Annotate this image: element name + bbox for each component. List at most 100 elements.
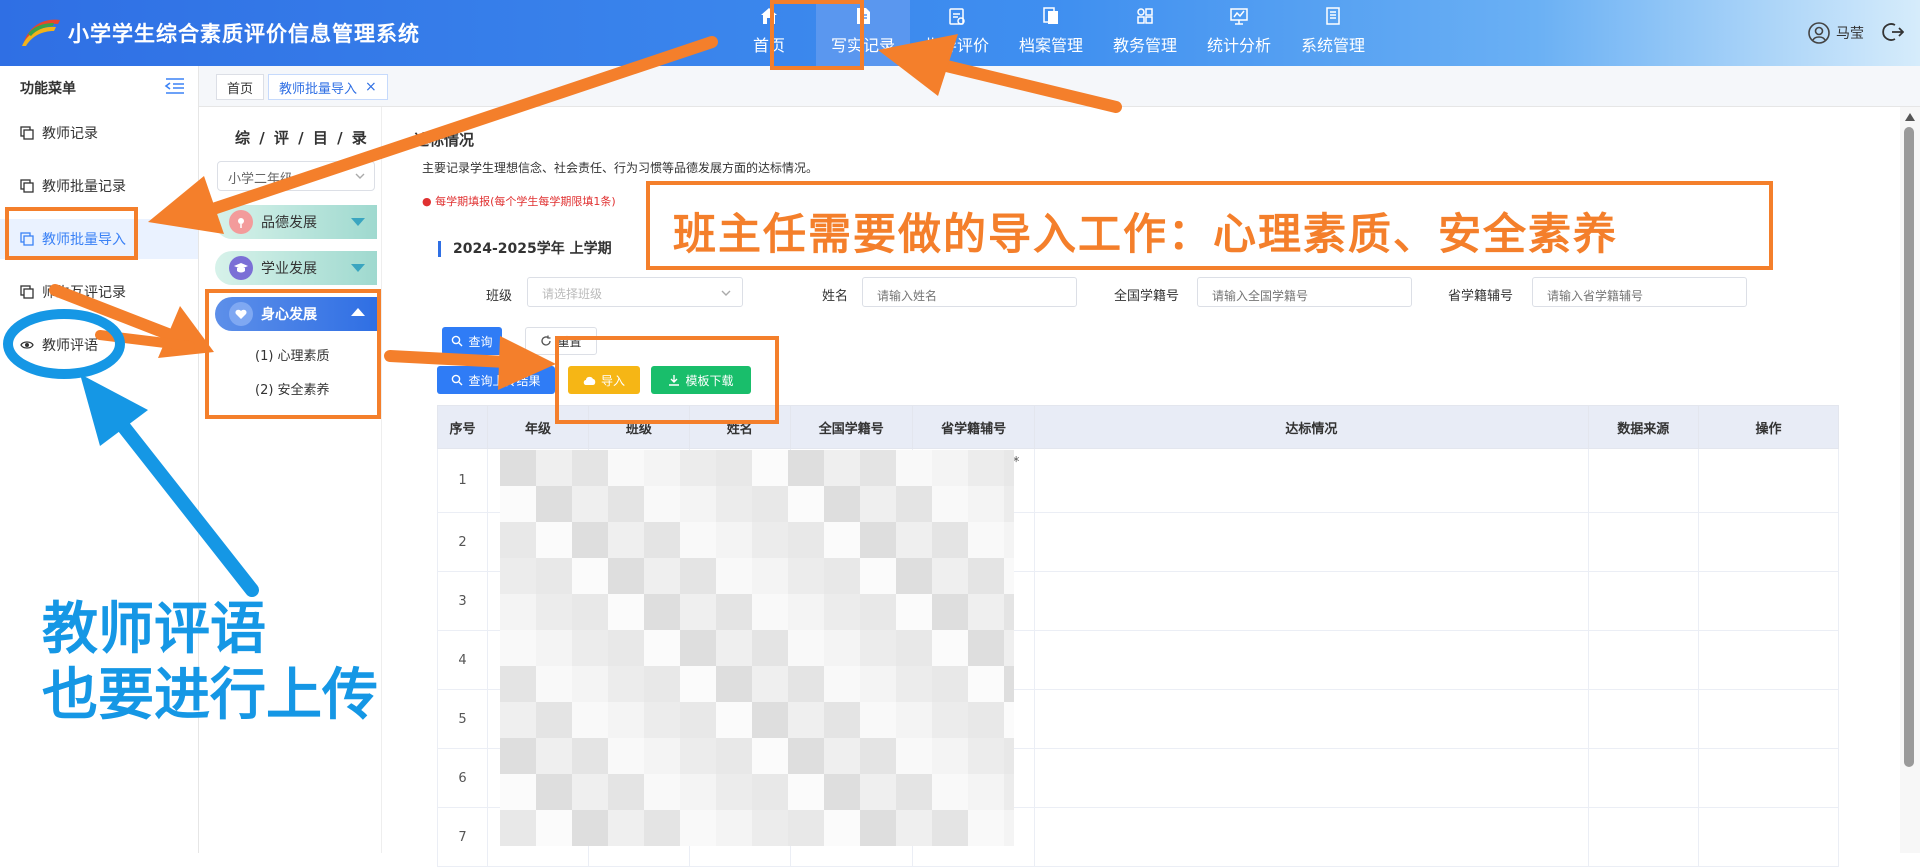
nav-guidance[interactable]: 指导评价	[910, 0, 1004, 66]
nav-statistics[interactable]: 统计分析	[1192, 0, 1286, 66]
sidebar-title: 功能菜单	[20, 81, 76, 97]
row-number: 4	[436, 630, 489, 690]
filter-label-name: 姓名	[822, 289, 849, 304]
sidebar-item-teacher-batch-record[interactable]: 教师批量记录	[0, 166, 198, 206]
page-title: 达标情况	[414, 131, 475, 149]
annotation-box-batch-import	[5, 207, 138, 260]
national-id-input[interactable]	[1197, 277, 1412, 307]
nav-label: 指导评价	[924, 36, 989, 55]
row-number: 6	[436, 748, 489, 808]
row-number: 3	[436, 571, 489, 631]
vertical-scrollbar[interactable]	[1900, 107, 1920, 853]
scroll-thumb[interactable]	[1904, 127, 1914, 767]
copy-icon	[20, 179, 34, 193]
sidebar-item-label: 教师评语	[42, 338, 98, 354]
user-menu[interactable]: 马莹	[1808, 22, 1864, 44]
logout-icon[interactable]	[1882, 21, 1904, 43]
app-title: 小学学生综合素质评价信息管理系统	[68, 22, 420, 46]
class-select-placeholder: 请选择班级	[542, 287, 603, 301]
nav-label: 教务管理	[1112, 36, 1177, 55]
grade-select-value: 小学二年级	[228, 172, 294, 187]
warning-icon: ●	[422, 195, 436, 208]
refresh-icon	[541, 335, 552, 346]
catalog-group-academic[interactable]: 学业发展	[215, 251, 377, 285]
tab-label: 教师批量导入	[279, 81, 358, 97]
eye-icon	[20, 341, 34, 349]
grade-select[interactable]: 小学二年级	[217, 161, 375, 191]
col-header: 操作	[1698, 405, 1839, 449]
filter-label-province-id: 省学籍辅号	[1448, 289, 1514, 304]
search-icon	[452, 335, 463, 347]
province-id-input[interactable]	[1532, 277, 1747, 307]
annotation-callout-text: 班主任需要做的导入工作：心理素质、安全素养	[673, 210, 1618, 260]
table-row: 4	[436, 630, 1839, 690]
app-logo-icon	[22, 19, 60, 46]
catalog-group-label: 品德发展	[261, 215, 317, 231]
tab-teacher-batch-import[interactable]: 教师批量导入 ×	[268, 74, 388, 100]
class-select[interactable]: 请选择班级	[527, 277, 743, 307]
settings-doc-icon	[1326, 7, 1340, 25]
tab-home[interactable]: 首页	[216, 74, 265, 100]
row-number: 5	[436, 689, 489, 749]
sidebar: 功能菜单 教师记录 教师批量记录 教师批量导入 师生互评记录 教师评语	[0, 66, 199, 853]
nav-label: 档案管理	[1018, 36, 1083, 55]
search-icon	[452, 374, 463, 386]
nav-system[interactable]: 系统管理	[1286, 0, 1380, 66]
name-input[interactable]	[862, 277, 1077, 307]
tab-bar: 首页 教师批量导入 ×	[199, 66, 1920, 107]
menu-collapse-icon[interactable]	[164, 76, 186, 96]
page-description: 主要记录学生理想信念、社会责任、行为习惯等品德发展方面的达标情况。	[422, 161, 819, 175]
province-id-cell: 2022*********	[911, 448, 1036, 513]
filter-label-national-id: 全国学籍号	[1114, 289, 1180, 304]
table-row: 1 G370********* 2022*********	[436, 448, 1839, 513]
close-icon[interactable]: ×	[365, 79, 377, 95]
annotation-blue-line1: 教师评语	[42, 597, 266, 662]
grid-icon	[1137, 8, 1153, 24]
query-upload-result-label: 查询上传结果	[468, 373, 541, 388]
tab-label: 首页	[227, 81, 254, 97]
col-header: 数据来源	[1587, 405, 1700, 449]
sidebar-item-label: 教师记录	[42, 126, 98, 142]
nav-label: 系统管理	[1300, 36, 1365, 55]
national-id-cell: G370*********	[789, 448, 913, 513]
chart-icon	[1230, 8, 1248, 25]
filter-label-class: 班级	[486, 289, 513, 304]
fill-notice: ● 每学期填报(每个学生每学期限填1条)	[422, 193, 616, 209]
catalog-group-moral[interactable]: 品德发展	[215, 205, 377, 239]
fill-notice-text: 每学期填报(每个学生每学期限填1条)	[435, 195, 616, 208]
table-row: 2	[436, 512, 1839, 572]
term-label: 2024-2025学年 上学期	[438, 241, 612, 257]
search-button[interactable]: 查询	[442, 327, 502, 355]
table-row: 7	[436, 807, 1839, 867]
table-row: 3	[436, 571, 1839, 631]
col-header: 达标情况	[1034, 405, 1589, 449]
col-header: 序号	[436, 405, 489, 449]
chevron-down-icon	[721, 290, 731, 296]
nav-archive[interactable]: 档案管理	[1004, 0, 1098, 66]
sidebar-item-mutual-evaluation[interactable]: 师生互评记录	[0, 272, 198, 312]
user-name: 马莹	[1836, 26, 1864, 42]
expand-triangle-icon	[351, 264, 365, 272]
col-header: 全国学籍号	[789, 405, 913, 449]
nav-academic[interactable]: 教务管理	[1098, 0, 1192, 66]
expand-triangle-icon	[351, 218, 365, 226]
row-number: 1	[436, 448, 489, 513]
user-avatar-icon	[1808, 22, 1830, 44]
nav-label: 统计分析	[1206, 36, 1271, 55]
query-upload-result-button[interactable]: 查询上传结果	[437, 366, 555, 394]
scroll-up-arrow-icon[interactable]	[1905, 113, 1915, 121]
sidebar-item-teacher-comment[interactable]: 教师评语	[0, 325, 198, 365]
archive-icon	[1043, 7, 1058, 24]
table-row: 6	[436, 748, 1839, 808]
annotation-blue-line2: 也要进行上传	[42, 663, 378, 728]
chevron-down-icon	[355, 173, 365, 179]
search-button-label: 查询	[468, 334, 493, 349]
row-number: 7	[436, 807, 489, 867]
evaluate-icon	[949, 8, 965, 25]
sidebar-item-label: 师生互评记录	[42, 285, 126, 301]
copy-icon	[20, 285, 34, 299]
records-table: 序号 年级 班级 姓名 全国学籍号 省学籍辅号 达标情况 数据来源 操作 1 G…	[436, 405, 1839, 867]
sidebar-item-teacher-record[interactable]: 教师记录	[0, 113, 198, 153]
flower-icon	[229, 210, 253, 234]
catalog-title: 综 / 评 / 目 / 录	[235, 129, 369, 147]
